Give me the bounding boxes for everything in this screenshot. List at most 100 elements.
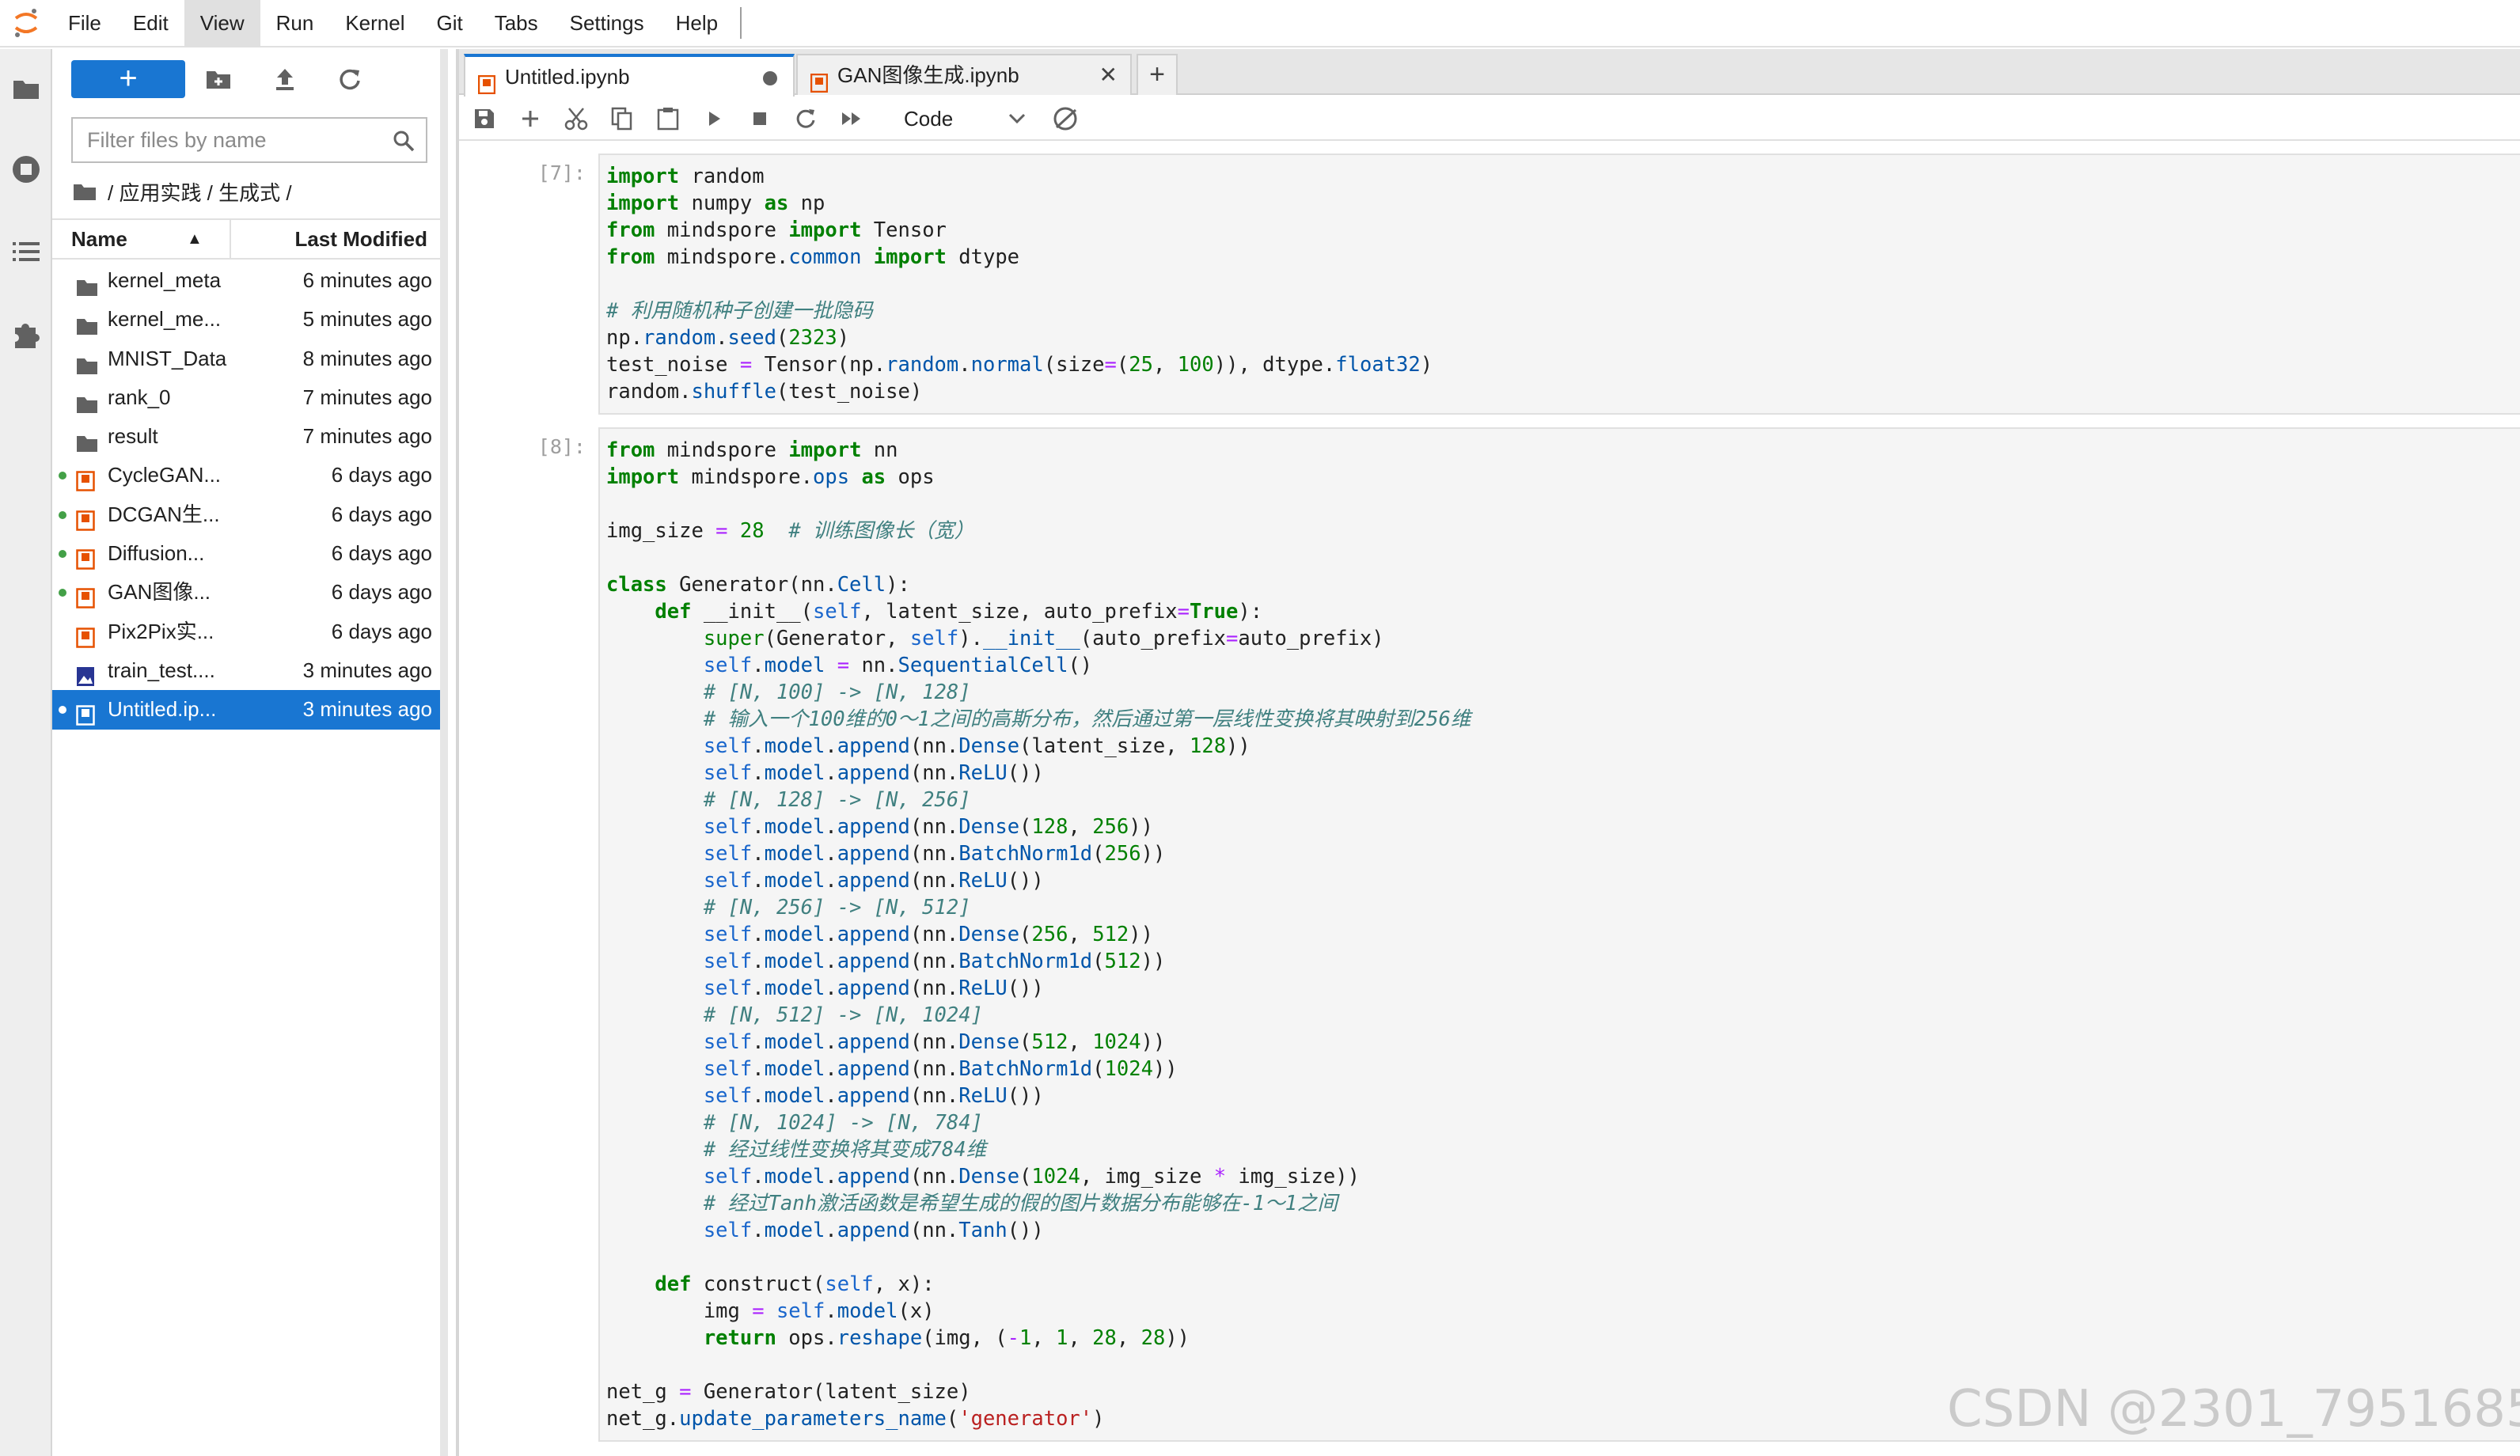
- upload-icon[interactable]: [269, 63, 301, 95]
- file-row[interactable]: GAN图像... 6 days ago: [52, 573, 440, 612]
- run-all-icon[interactable]: [836, 103, 867, 135]
- column-header-name[interactable]: Name ▲: [52, 220, 231, 258]
- refresh-icon[interactable]: [334, 63, 366, 95]
- code-line[interactable]: self.model.append(nn.BatchNorm1d(256)): [606, 840, 2520, 867]
- code-line[interactable]: from mindspore import Tensor: [606, 217, 2520, 244]
- menu-edit[interactable]: Edit: [117, 0, 184, 47]
- run-icon[interactable]: [698, 103, 730, 135]
- breadcrumb[interactable]: / 应用实践 / 生成式 /: [73, 176, 292, 207]
- code-line[interactable]: # 利用随机种子创建一批隐码: [606, 298, 2520, 324]
- code-line[interactable]: return ops.reshape(img, (-1, 1, 28, 28)): [606, 1325, 2520, 1352]
- stop-icon[interactable]: [744, 103, 776, 135]
- code-line[interactable]: class Generator(nn.Cell):: [606, 571, 2520, 598]
- code-line[interactable]: self.model.append(nn.ReLU()): [606, 1083, 2520, 1109]
- file-name[interactable]: result: [108, 417, 274, 456]
- file-name[interactable]: Untitled.ip...: [108, 690, 274, 729]
- breadcrumb-path[interactable]: / 应用实践 / 生成式 /: [108, 177, 292, 207]
- extension-puzzle-icon[interactable]: [10, 318, 42, 350]
- file-name[interactable]: kernel_meta: [108, 261, 274, 300]
- folder-icon[interactable]: [10, 73, 42, 104]
- column-header-last-modified[interactable]: Last Modified: [233, 220, 432, 258]
- code-line[interactable]: random.shuffle(test_noise): [606, 378, 2520, 405]
- code-line[interactable]: # [N, 256] -> [N, 512]: [606, 894, 2520, 921]
- add-tab-button[interactable]: +: [1137, 54, 1178, 95]
- code-line[interactable]: # 输入一个100维的0～1之间的高斯分布，然后通过第一层线性变换将其映射到25…: [606, 706, 2520, 733]
- file-row[interactable]: rank_0 7 minutes ago: [52, 378, 440, 417]
- code-line[interactable]: # 经过Tanh激活函数是希望生成的假的图片数据分布能够在-1～1之间: [606, 1190, 2520, 1217]
- code-line[interactable]: [606, 271, 2520, 298]
- file-name[interactable]: rank_0: [108, 378, 274, 417]
- code-line[interactable]: from mindspore.common import dtype: [606, 244, 2520, 271]
- file-name[interactable]: GAN图像...: [108, 573, 274, 612]
- running-stop-icon[interactable]: [10, 154, 42, 185]
- cut-icon[interactable]: [560, 103, 592, 135]
- code-line[interactable]: def construct(self, x):: [606, 1271, 2520, 1298]
- code-line[interactable]: self.model.append(nn.Dense(latent_size, …: [606, 733, 2520, 760]
- paste-icon[interactable]: [652, 103, 684, 135]
- menu-help[interactable]: Help: [660, 0, 734, 47]
- code-line[interactable]: img_size = 28 # 训练图像长（宽）: [606, 518, 2520, 544]
- unsaved-changes-dot[interactable]: [763, 71, 777, 85]
- code-line[interactable]: [606, 491, 2520, 518]
- add-cell-icon[interactable]: [514, 103, 546, 135]
- restart-icon[interactable]: [790, 103, 822, 135]
- file-name[interactable]: DCGAN生...: [108, 495, 274, 534]
- code-line[interactable]: self.model.append(nn.Dense(1024, img_siz…: [606, 1163, 2520, 1190]
- file-name[interactable]: MNIST_Data: [108, 339, 274, 378]
- kernel-idle-icon[interactable]: [1049, 103, 1081, 135]
- code-line[interactable]: img = self.model(x): [606, 1298, 2520, 1325]
- code-line[interactable]: super(Generator, self).__init__(auto_pre…: [606, 625, 2520, 652]
- menu-run[interactable]: Run: [260, 0, 330, 47]
- menu-file[interactable]: File: [52, 0, 117, 47]
- cell-editor[interactable]: import random import numpy as np from mind…: [598, 154, 2520, 415]
- code-line[interactable]: test_noise = Tensor(np.random.normal(siz…: [606, 351, 2520, 378]
- code-line[interactable]: self.model.append(nn.ReLU()): [606, 867, 2520, 894]
- menu-kernel[interactable]: Kernel: [329, 0, 420, 47]
- file-row[interactable]: CycleGAN... 6 days ago: [52, 456, 440, 495]
- code-content[interactable]: from mindspore import nn import mindspore…: [606, 437, 2520, 1432]
- code-line[interactable]: # 经过线性变换将其变成784维: [606, 1136, 2520, 1163]
- filter-files-input[interactable]: [73, 119, 389, 161]
- menu-view[interactable]: View: [184, 0, 260, 47]
- code-line[interactable]: import random: [606, 163, 2520, 190]
- menu-settings[interactable]: Settings: [554, 0, 660, 47]
- file-name[interactable]: Diffusion...: [108, 534, 274, 573]
- code-line[interactable]: self.model.append(nn.Dense(512, 1024)): [606, 1029, 2520, 1056]
- code-line[interactable]: self.model.append(nn.ReLU()): [606, 975, 2520, 1002]
- code-line[interactable]: # [N, 128] -> [N, 256]: [606, 787, 2520, 813]
- file-row[interactable]: kernel_meta 6 minutes ago: [52, 261, 440, 300]
- code-line[interactable]: # [N, 100] -> [N, 128]: [606, 679, 2520, 706]
- code-content[interactable]: import random import numpy as np from mind…: [606, 163, 2520, 405]
- tab-gan-ipynb[interactable]: GAN图像生成.ipynb ✕: [796, 54, 1132, 95]
- cell-editor[interactable]: from mindspore import nn import mindspore…: [598, 427, 2520, 1442]
- chevron-down-icon[interactable]: [1008, 101, 1027, 136]
- save-icon[interactable]: [469, 103, 500, 135]
- file-row[interactable]: DCGAN生... 6 days ago: [52, 495, 440, 534]
- code-line[interactable]: [606, 1352, 2520, 1378]
- menu-tabs[interactable]: Tabs: [479, 0, 554, 47]
- code-line[interactable]: # [N, 1024] -> [N, 784]: [606, 1109, 2520, 1136]
- file-row[interactable]: Diffusion... 6 days ago: [52, 534, 440, 573]
- file-row[interactable]: result 7 minutes ago: [52, 417, 440, 456]
- file-row[interactable]: MNIST_Data 8 minutes ago: [52, 339, 440, 378]
- code-line[interactable]: self.model.append(nn.Dense(256, 512)): [606, 921, 2520, 948]
- code-line[interactable]: def __init__(self, latent_size, auto_pre…: [606, 598, 2520, 625]
- code-line[interactable]: import numpy as np: [606, 190, 2520, 217]
- file-name[interactable]: train_test....: [108, 651, 274, 690]
- code-line[interactable]: import mindspore.ops as ops: [606, 464, 2520, 491]
- file-name[interactable]: Pix2Pix实...: [108, 612, 274, 651]
- code-line[interactable]: self.model.append(nn.BatchNorm1d(512)): [606, 948, 2520, 975]
- code-line[interactable]: from mindspore import nn: [606, 437, 2520, 464]
- table-of-contents-icon[interactable]: [10, 236, 42, 267]
- close-icon[interactable]: ✕: [1099, 55, 1118, 95]
- code-line[interactable]: self.model = nn.SequentialCell(): [606, 652, 2520, 679]
- code-line[interactable]: self.model.append(nn.BatchNorm1d(1024)): [606, 1056, 2520, 1083]
- code-line[interactable]: # [N, 512] -> [N, 1024]: [606, 1002, 2520, 1029]
- copy-icon[interactable]: [606, 103, 638, 135]
- code-line[interactable]: [606, 544, 2520, 571]
- file-row[interactable]: Untitled.ip... 3 minutes ago: [52, 690, 440, 730]
- code-line[interactable]: self.model.append(nn.ReLU()): [606, 760, 2520, 787]
- file-row[interactable]: train_test.... 3 minutes ago: [52, 651, 440, 690]
- file-row[interactable]: kernel_me... 5 minutes ago: [52, 300, 440, 339]
- tab-untitled-ipynb[interactable]: Untitled.ipynb: [464, 54, 795, 97]
